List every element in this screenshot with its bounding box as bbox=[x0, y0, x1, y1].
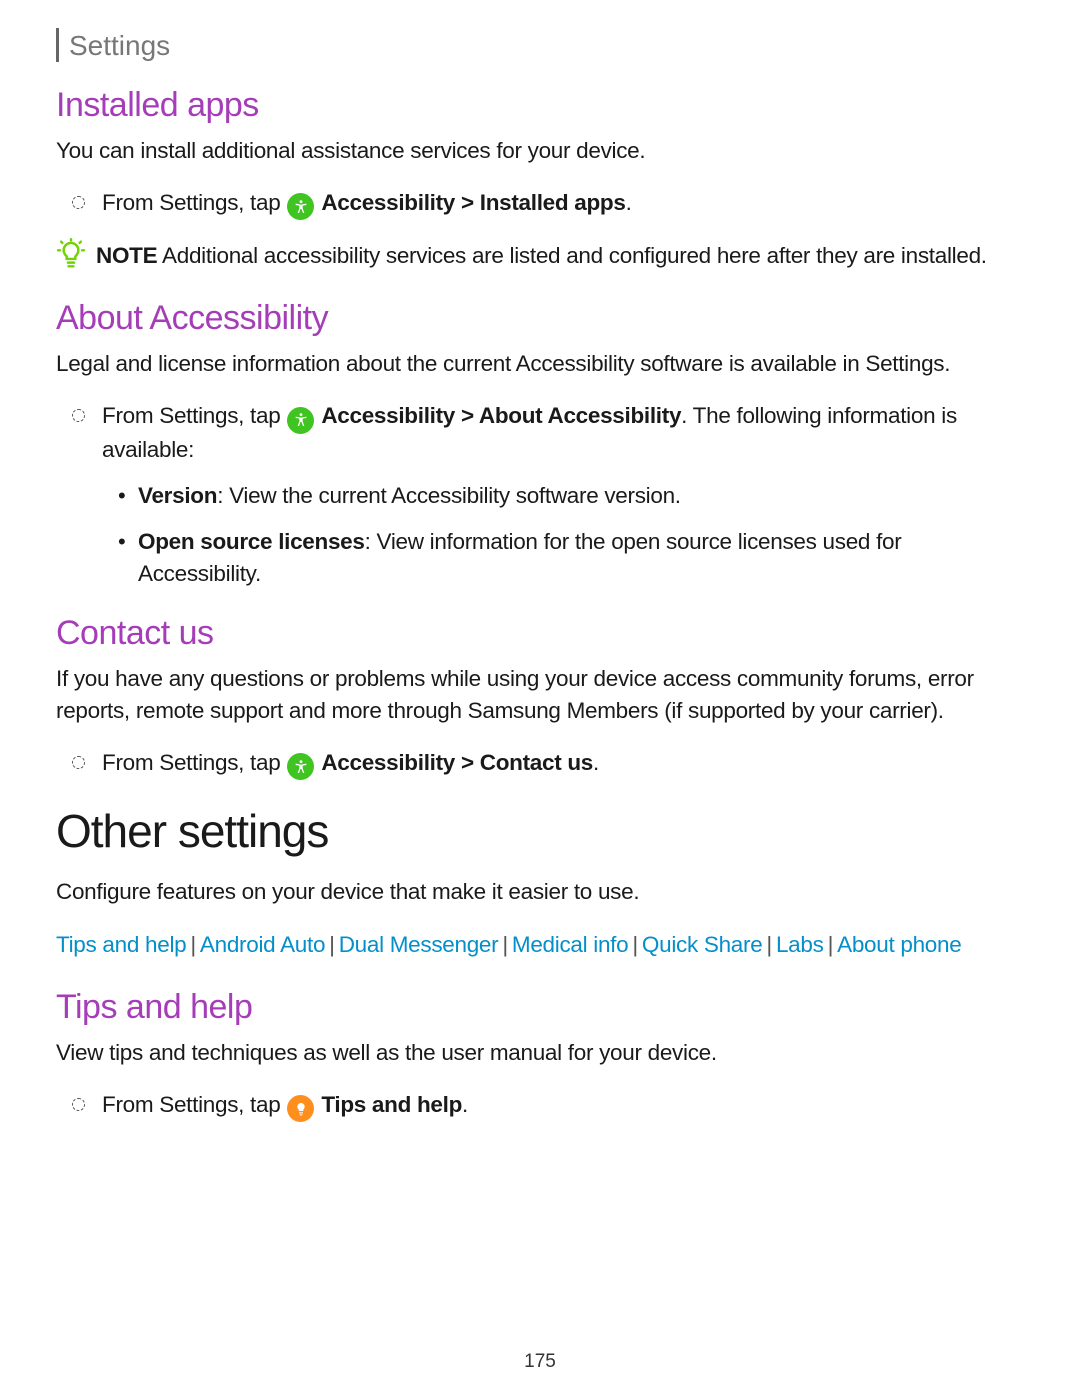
link-separator: | bbox=[329, 932, 335, 957]
step-item: From Settings, tap Accessibility > Conta… bbox=[102, 747, 1024, 781]
lightbulb-icon bbox=[56, 238, 90, 275]
accessibility-icon bbox=[287, 193, 314, 220]
accessibility-icon bbox=[287, 753, 314, 780]
sub-rest: : View the current Accessibility softwar… bbox=[217, 483, 681, 508]
step-bold: Accessibility > Installed apps bbox=[321, 190, 625, 215]
steps-installed-apps: From Settings, tap Accessibility > Insta… bbox=[56, 187, 1024, 221]
link-quick-share[interactable]: Quick Share bbox=[642, 932, 763, 957]
link-row-other: Tips and help|Android Auto|Dual Messenge… bbox=[56, 928, 1024, 962]
step-item: From Settings, tap Accessibility > Insta… bbox=[102, 187, 1024, 221]
heading-other: Other settings bbox=[56, 804, 1024, 858]
desc-other: Configure features on your device that m… bbox=[56, 876, 1024, 908]
link-medical-info[interactable]: Medical info bbox=[512, 932, 628, 957]
step-suffix: . bbox=[462, 1092, 468, 1117]
desc-installed-apps: You can install additional assistance se… bbox=[56, 135, 1024, 167]
section-installed-apps: Installed apps You can install additiona… bbox=[56, 86, 1024, 275]
step-item: From Settings, tap Tips and help. bbox=[102, 1089, 1024, 1123]
sub-bold: Open source licenses bbox=[138, 529, 365, 554]
step-bold: Accessibility > Contact us bbox=[321, 750, 593, 775]
section-about: About Accessibility Legal and license in… bbox=[56, 299, 1024, 589]
step-prefix: From Settings, tap bbox=[102, 403, 286, 428]
link-separator: | bbox=[828, 932, 834, 957]
link-about-phone[interactable]: About phone bbox=[837, 932, 961, 957]
step-bold: Tips and help bbox=[321, 1092, 462, 1117]
link-tips[interactable]: Tips and help bbox=[56, 932, 186, 957]
note-installed-apps: NOTE Additional accessibility services a… bbox=[56, 240, 1024, 275]
link-separator: | bbox=[502, 932, 508, 957]
heading-tips: Tips and help bbox=[56, 988, 1024, 1027]
link-labs[interactable]: Labs bbox=[776, 932, 824, 957]
heading-installed-apps: Installed apps bbox=[56, 86, 1024, 125]
step-suffix: . bbox=[626, 190, 632, 215]
step-prefix: From Settings, tap bbox=[102, 1092, 286, 1117]
link-dual-messenger[interactable]: Dual Messenger bbox=[339, 932, 499, 957]
note-text: NOTE Additional accessibility services a… bbox=[96, 240, 987, 272]
link-separator: | bbox=[632, 932, 638, 957]
section-contact: Contact us If you have any questions or … bbox=[56, 614, 1024, 780]
step-bold: Accessibility > About Accessibility bbox=[321, 403, 681, 428]
step-suffix: . bbox=[593, 750, 599, 775]
heading-contact: Contact us bbox=[56, 614, 1024, 653]
page-number: 175 bbox=[0, 1351, 1080, 1373]
sub-bold: Version bbox=[138, 483, 217, 508]
link-android-auto[interactable]: Android Auto bbox=[200, 932, 325, 957]
note-label: NOTE bbox=[96, 243, 157, 268]
desc-tips: View tips and techniques as well as the … bbox=[56, 1037, 1024, 1069]
sublist-about: Version: View the current Accessibility … bbox=[102, 480, 1024, 590]
steps-about: From Settings, tap Accessibility > About… bbox=[56, 400, 1024, 589]
page-header: Settings bbox=[56, 28, 1024, 62]
step-item: From Settings, tap Accessibility > About… bbox=[102, 400, 1024, 589]
accessibility-icon bbox=[287, 407, 314, 434]
note-body: Additional accessibility services are li… bbox=[157, 243, 986, 268]
lightbulb-icon bbox=[287, 1095, 314, 1122]
link-separator: | bbox=[190, 932, 196, 957]
desc-about: Legal and license information about the … bbox=[56, 348, 1024, 380]
sub-item: Version: View the current Accessibility … bbox=[138, 480, 1024, 512]
desc-contact: If you have any questions or problems wh… bbox=[56, 663, 1024, 727]
steps-tips: From Settings, tap Tips and help. bbox=[56, 1089, 1024, 1123]
step-prefix: From Settings, tap bbox=[102, 750, 286, 775]
heading-about: About Accessibility bbox=[56, 299, 1024, 338]
link-separator: | bbox=[766, 932, 772, 957]
header-title: Settings bbox=[69, 28, 170, 62]
header-bar bbox=[56, 28, 59, 62]
step-prefix: From Settings, tap bbox=[102, 190, 286, 215]
steps-contact: From Settings, tap Accessibility > Conta… bbox=[56, 747, 1024, 781]
section-tips: Tips and help View tips and techniques a… bbox=[56, 988, 1024, 1122]
sub-item: Open source licenses: View information f… bbox=[138, 526, 1024, 590]
